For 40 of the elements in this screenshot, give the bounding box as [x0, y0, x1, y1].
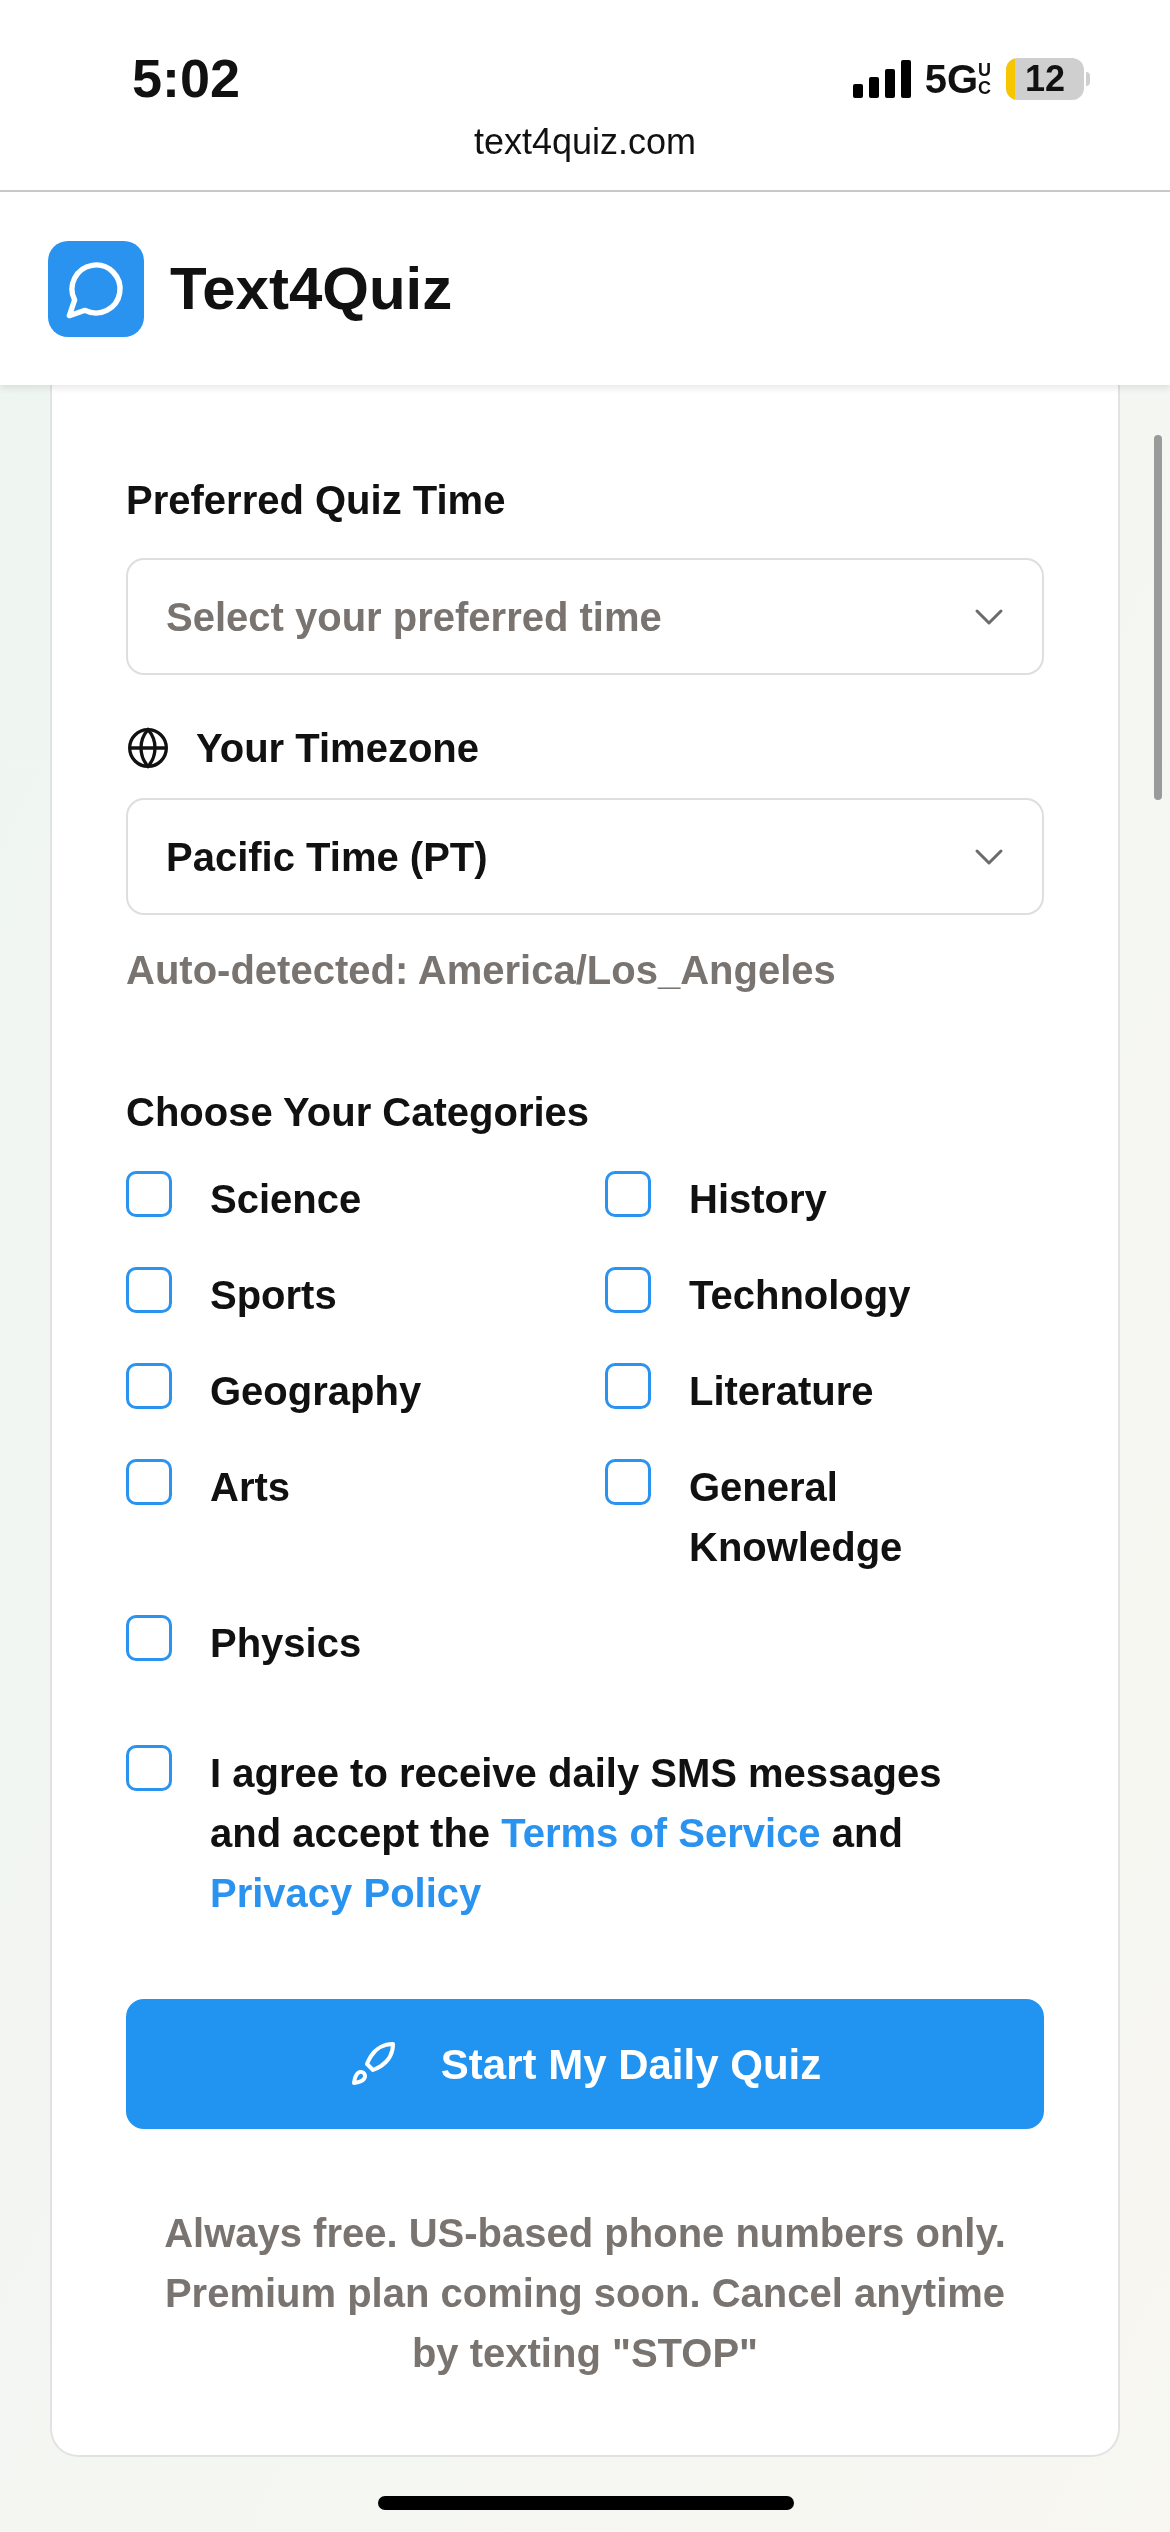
- chevron-down-icon: [974, 607, 1004, 626]
- category-label[interactable]: Technology: [689, 1265, 1019, 1325]
- category-label[interactable]: Arts: [210, 1457, 540, 1517]
- checkbox[interactable]: [126, 1363, 172, 1409]
- category-label[interactable]: Physics: [210, 1613, 540, 1673]
- time-select[interactable]: Select your preferred time: [126, 558, 1044, 675]
- checkbox[interactable]: [126, 1171, 172, 1217]
- field-label: Preferred Quiz Time: [126, 477, 507, 524]
- chevron-down-icon: [974, 847, 1004, 866]
- checkbox[interactable]: [126, 1459, 172, 1505]
- status-time: 5:02: [132, 47, 241, 110]
- checkbox[interactable]: [126, 1745, 172, 1791]
- checkbox[interactable]: [126, 1267, 172, 1313]
- url-text[interactable]: text4quiz.com: [473, 112, 697, 172]
- checkbox[interactable]: [605, 1459, 651, 1505]
- agreement-text: I agree to receive daily SMS messages and accept the Terms of Service and Privacy Policy: [210, 1750, 943, 1917]
- category-label[interactable]: General Knowledge: [689, 1457, 1019, 1577]
- network-label: 5G: [924, 58, 978, 99]
- signal-icon: [852, 59, 911, 98]
- category-label[interactable]: Sports: [210, 1265, 540, 1325]
- app-title: Text4Quiz: [170, 253, 453, 324]
- footer-note: Always free. US-based phone numbers only. Premium plan coming soon. Cancel anytime by texting "STOP": [163, 2210, 1007, 2377]
- category-label[interactable]: Science: [210, 1169, 540, 1229]
- select-value: Pacific Time (PT): [166, 833, 488, 881]
- battery-percent: 12: [1024, 60, 1065, 97]
- category-label[interactable]: History: [689, 1169, 1019, 1229]
- select-placeholder: Select your preferred time: [166, 593, 662, 641]
- globe-icon: [126, 726, 170, 770]
- chat-bubble-icon: [48, 240, 144, 337]
- checkbox[interactable]: [605, 1267, 651, 1313]
- checkbox[interactable]: [605, 1363, 651, 1409]
- checkbox[interactable]: [605, 1171, 651, 1217]
- checkbox[interactable]: [126, 1615, 172, 1661]
- timezone-hint: Auto-detected: America/Los_Angeles: [126, 947, 837, 994]
- category-label[interactable]: Literature: [689, 1361, 1019, 1421]
- category-label[interactable]: Geography: [210, 1361, 540, 1421]
- field-label: Your Timezone: [196, 725, 479, 772]
- section-label: Choose Your Categories: [126, 1089, 591, 1136]
- timezone-select[interactable]: Pacific Time (PT): [126, 798, 1044, 915]
- network-suffix: UC: [978, 60, 992, 97]
